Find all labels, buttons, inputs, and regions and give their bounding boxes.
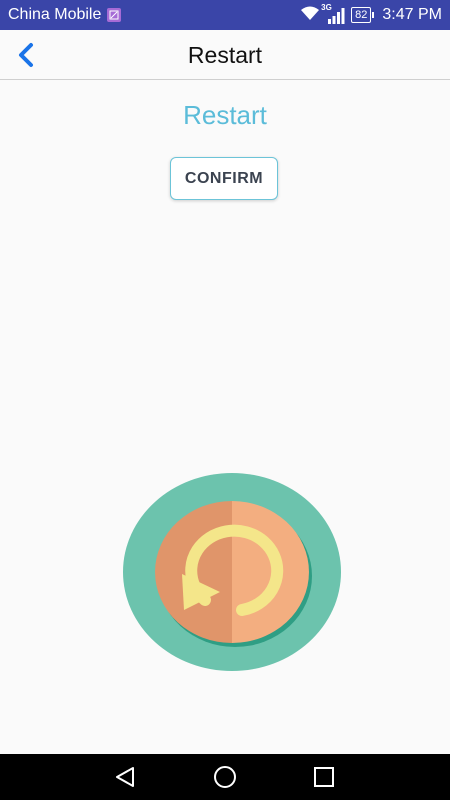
triangle-back-icon bbox=[116, 767, 134, 787]
nav-back-button[interactable] bbox=[110, 762, 140, 792]
sim-card-icon bbox=[107, 8, 122, 22]
circle-home-icon bbox=[214, 766, 236, 788]
network-type-label: 3G bbox=[321, 3, 332, 12]
carrier-label: China Mobile bbox=[8, 6, 102, 23]
status-right: 3G 82 3:47 PM bbox=[299, 3, 442, 26]
status-bar: China Mobile 3G 82 3:47 PM bbox=[0, 0, 450, 30]
screen: China Mobile 3G 82 3:47 PM Restart Resta… bbox=[0, 0, 450, 800]
status-left: China Mobile bbox=[8, 6, 122, 24]
clock: 3:47 PM bbox=[382, 6, 442, 23]
restart-icon bbox=[122, 472, 342, 672]
content-heading: Restart bbox=[183, 100, 267, 130]
signal-icon: 3G bbox=[321, 3, 345, 24]
navigation-bar bbox=[0, 754, 450, 800]
wifi-icon bbox=[299, 5, 321, 26]
battery-level: 82 bbox=[351, 7, 372, 23]
title-bar: Restart bbox=[0, 30, 450, 80]
battery-icon: 82 bbox=[351, 7, 375, 23]
back-button[interactable] bbox=[12, 41, 40, 69]
nav-home-button[interactable] bbox=[210, 762, 240, 792]
page-title: Restart bbox=[187, 42, 263, 68]
confirm-button[interactable]: CONFIRM bbox=[170, 157, 278, 200]
nav-recents-button[interactable] bbox=[309, 762, 339, 792]
chevron-left-icon bbox=[19, 43, 33, 67]
square-recents-icon bbox=[314, 767, 334, 787]
